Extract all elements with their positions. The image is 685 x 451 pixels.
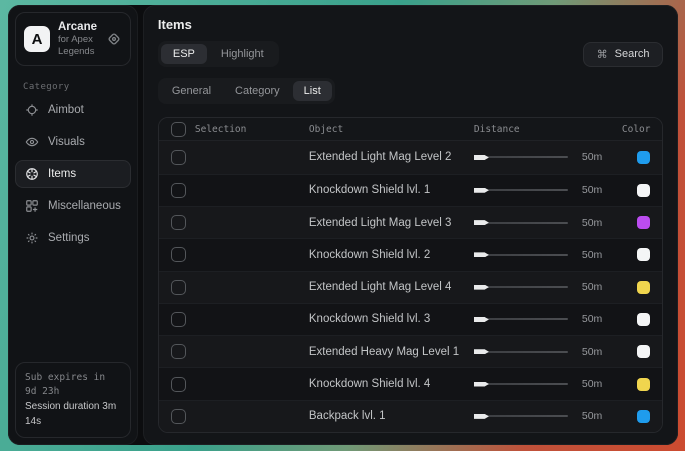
command-icon: ⌘	[597, 48, 608, 61]
object-name: Knockdown Shield lvl. 1	[309, 184, 474, 196]
distance-value: 50m	[582, 249, 622, 261]
distance-value: 50m	[582, 378, 622, 390]
session-duration-text: Session duration 3m 14s	[25, 399, 121, 429]
row-checkbox[interactable]	[171, 183, 186, 198]
sidebar: A Arcane for Apex Legends Category Aimbo…	[8, 5, 138, 445]
column-selection: Selection	[195, 124, 246, 135]
app-subtitle: for Apex Legends	[58, 34, 98, 58]
color-swatch[interactable]	[637, 216, 650, 229]
object-name: Extended Light Mag Level 3	[309, 217, 474, 229]
distance-value: 50m	[582, 346, 622, 358]
column-distance: Distance	[474, 124, 582, 135]
distance-slider[interactable]	[474, 318, 582, 320]
distance-value: 50m	[582, 184, 622, 196]
table-row: Extended Light Mag Level 3 50m	[159, 206, 663, 238]
color-swatch[interactable]	[637, 313, 650, 326]
row-checkbox[interactable]	[171, 312, 186, 327]
view-tab-category[interactable]: Category	[224, 81, 291, 101]
slider-handle[interactable]	[474, 220, 489, 225]
row-checkbox[interactable]	[171, 409, 186, 424]
distance-slider[interactable]	[474, 286, 582, 288]
distance-value: 50m	[582, 313, 622, 325]
sidebar-section-label: Category	[23, 82, 131, 92]
select-all-checkbox[interactable]	[171, 122, 186, 137]
subscription-card: Sub expires in 9d 23h Session duration 3…	[15, 362, 131, 439]
distance-slider[interactable]	[474, 383, 582, 385]
view-tabs: GeneralCategoryList	[158, 78, 335, 104]
object-name: Extended Light Mag Level 2	[309, 151, 474, 163]
table-row: Knockdown Shield lvl. 4 50m	[159, 367, 663, 399]
table-row: Backpack lvl. 1 50m	[159, 400, 663, 432]
row-checkbox[interactable]	[171, 215, 186, 230]
table-row: Extended Light Mag Level 2 50m	[159, 141, 663, 173]
distance-slider[interactable]	[474, 222, 582, 224]
color-swatch[interactable]	[637, 248, 650, 261]
crosshair-icon	[25, 103, 39, 117]
table-row: Knockdown Shield lvl. 1 50m	[159, 174, 663, 206]
diamond-icon[interactable]	[106, 31, 122, 47]
table-row: Extended Light Mag Level 4 50m	[159, 271, 663, 303]
table-body: Extended Light Mag Level 2 50m Knockdown…	[159, 141, 663, 432]
color-swatch[interactable]	[637, 410, 650, 423]
row-checkbox[interactable]	[171, 150, 186, 165]
app-title: Arcane	[58, 20, 98, 34]
box-icon	[25, 167, 39, 181]
object-name: Knockdown Shield lvl. 2	[309, 249, 474, 261]
distance-value: 50m	[582, 281, 622, 293]
object-name: Extended Heavy Mag Level 1	[309, 346, 474, 358]
distance-value: 50m	[582, 410, 622, 422]
color-swatch[interactable]	[637, 184, 650, 197]
distance-slider[interactable]	[474, 156, 582, 158]
view-tab-general[interactable]: General	[161, 81, 222, 101]
table-header: Selection Object Distance Color	[159, 118, 663, 141]
gear-icon	[25, 231, 39, 245]
view-tab-list[interactable]: List	[293, 81, 332, 101]
color-swatch[interactable]	[637, 378, 650, 391]
search-label: Search	[615, 48, 650, 60]
items-table: Selection Object Distance Color Extended…	[158, 117, 664, 433]
table-row: Knockdown Shield lvl. 2 50m	[159, 238, 663, 270]
row-checkbox[interactable]	[171, 377, 186, 392]
app-logo: A	[24, 26, 50, 52]
object-name: Extended Light Mag Level 4	[309, 281, 474, 293]
color-swatch[interactable]	[637, 151, 650, 164]
sidebar-item-miscellaneous[interactable]: Miscellaneous	[15, 192, 131, 220]
arcane-window: A Arcane for Apex Legends Category Aimbo…	[8, 5, 678, 445]
distance-slider[interactable]	[474, 189, 582, 191]
app-header-card: A Arcane for Apex Legends	[15, 12, 131, 66]
table-row: Knockdown Shield lvl. 3 50m	[159, 303, 663, 335]
mode-tab-esp[interactable]: ESP	[161, 44, 207, 64]
sidebar-item-aimbot[interactable]: Aimbot	[15, 96, 131, 124]
grid-icon	[25, 199, 39, 213]
mode-tabs: ESPHighlight	[158, 41, 279, 67]
sidebar-nav: Aimbot Visuals Items Miscellaneous Settings	[15, 96, 131, 252]
row-checkbox[interactable]	[171, 247, 186, 262]
row-checkbox[interactable]	[171, 344, 186, 359]
object-name: Knockdown Shield lvl. 3	[309, 313, 474, 325]
distance-slider[interactable]	[474, 351, 582, 353]
column-object: Object	[309, 124, 474, 135]
sub-expiry-text: Sub expires in 9d 23h	[25, 371, 121, 400]
sidebar-item-items[interactable]: Items	[15, 160, 131, 188]
column-color: Color	[622, 124, 663, 135]
object-name: Backpack lvl. 1	[309, 410, 474, 422]
color-swatch[interactable]	[637, 345, 650, 358]
color-swatch[interactable]	[637, 281, 650, 294]
distance-slider[interactable]	[474, 254, 582, 256]
search-button[interactable]: ⌘ Search	[583, 42, 664, 67]
eye-icon	[25, 135, 39, 149]
sidebar-item-settings[interactable]: Settings	[15, 224, 131, 252]
distance-slider[interactable]	[474, 415, 582, 417]
row-checkbox[interactable]	[171, 280, 186, 295]
sidebar-item-visuals[interactable]: Visuals	[15, 128, 131, 156]
main-panel: Items ESPHighlight ⌘ Search GeneralCateg…	[143, 5, 679, 445]
object-name: Knockdown Shield lvl. 4	[309, 378, 474, 390]
mode-tab-highlight[interactable]: Highlight	[209, 44, 276, 64]
page-title: Items	[158, 17, 664, 32]
table-row: Extended Heavy Mag Level 1 50m	[159, 335, 663, 367]
distance-value: 50m	[582, 217, 622, 229]
distance-value: 50m	[582, 151, 622, 163]
